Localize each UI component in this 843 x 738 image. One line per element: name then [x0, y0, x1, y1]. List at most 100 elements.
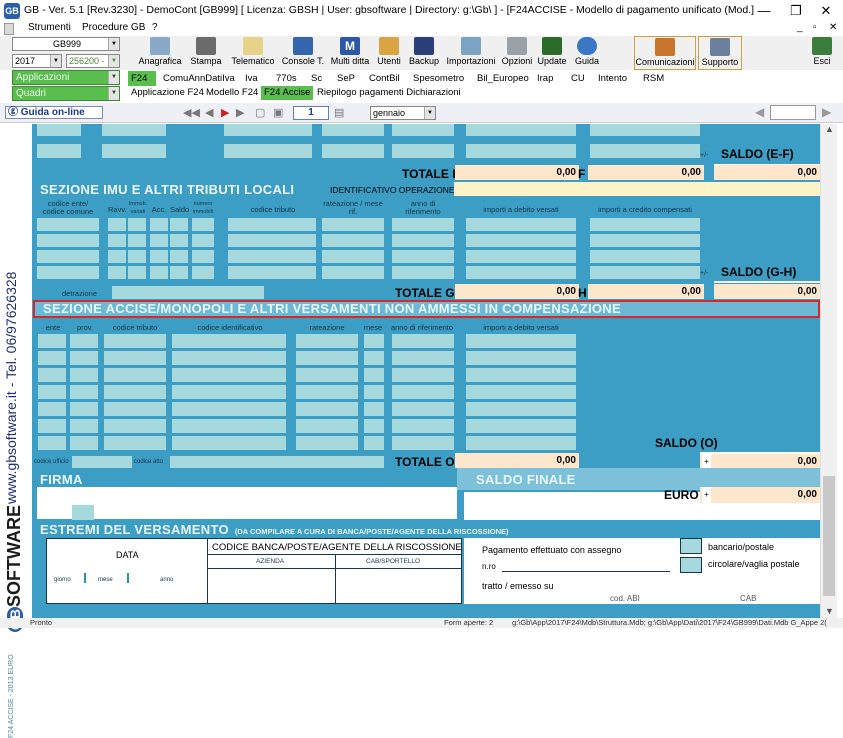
accise-debito-field[interactable] — [466, 351, 576, 365]
prev-row-field[interactable] — [102, 124, 166, 136]
menu-strumenti[interactable]: Strumenti — [28, 22, 71, 33]
tab-intento[interactable]: Intento — [595, 71, 630, 86]
prev-row-field[interactable] — [102, 144, 166, 158]
imu-ravv-checkbox[interactable] — [108, 266, 126, 279]
accise-rateazione-field[interactable] — [296, 368, 358, 382]
imu-numero-field[interactable] — [192, 250, 214, 263]
codice-ufficio-field[interactable] — [72, 456, 132, 468]
supporto-button[interactable]: Supporto — [698, 36, 742, 70]
firma-small-field[interactable] — [72, 505, 94, 520]
quadri-select[interactable]: Quadri ▼ — [12, 86, 120, 101]
update-button[interactable]: Update — [536, 36, 568, 70]
accise-debito-field[interactable] — [466, 368, 576, 382]
prev-row-field[interactable] — [392, 124, 454, 136]
menu-help[interactable]: ? — [152, 22, 158, 33]
imu-tributo-field[interactable] — [228, 234, 316, 247]
tab-applicazione-f24[interactable]: Applicazione F24 — [128, 86, 207, 100]
guida-button[interactable]: Guida — [572, 36, 602, 70]
imu-acc-checkbox[interactable] — [150, 234, 168, 247]
accise-debito-field[interactable] — [466, 436, 576, 450]
stampa-button[interactable]: Stampa — [187, 36, 225, 70]
accise-ente-field[interactable] — [38, 368, 66, 382]
accise-ente-field[interactable] — [38, 419, 66, 433]
multi-ditta-button[interactable]: M Multi ditta — [328, 36, 372, 70]
accise-mese-field[interactable] — [364, 334, 384, 348]
minimize-button[interactable]: — — [752, 2, 776, 20]
bancario-checkbox[interactable] — [680, 538, 702, 554]
imu-debito-field[interactable] — [466, 234, 576, 247]
accise-ente-field[interactable] — [38, 402, 66, 416]
accise-rateazione-field[interactable] — [296, 402, 358, 416]
imu-acc-checkbox[interactable] — [150, 218, 168, 231]
prev-page-icon[interactable]: ◀ — [205, 106, 213, 119]
imu-ravv-checkbox[interactable] — [108, 234, 126, 247]
tab-sc[interactable]: Sc — [308, 71, 325, 86]
imu-ente-field[interactable] — [37, 266, 99, 279]
accise-debito-field[interactable] — [466, 334, 576, 348]
accise-anno-field[interactable] — [392, 436, 454, 450]
imu-immob-checkbox[interactable] — [128, 234, 146, 247]
accise-mese-field[interactable] — [364, 385, 384, 399]
accise-ente-field[interactable] — [38, 436, 66, 450]
imu-numero-field[interactable] — [192, 266, 214, 279]
accise-codice-id-field[interactable] — [172, 368, 286, 382]
imu-acc-checkbox[interactable] — [150, 250, 168, 263]
imu-immob-checkbox[interactable] — [128, 218, 146, 231]
accise-rateazione-field[interactable] — [296, 436, 358, 450]
identificativo-field[interactable] — [454, 182, 820, 196]
accise-mese-field[interactable] — [364, 402, 384, 416]
accise-codice-id-field[interactable] — [172, 385, 286, 399]
inner-close-button[interactable]: ✕ — [829, 22, 837, 33]
menu-procedure-gb[interactable]: Procedure GB — [82, 22, 145, 33]
inner-restore-button[interactable]: ▫ — [813, 22, 817, 33]
accise-rateazione-field[interactable] — [296, 385, 358, 399]
accise-mese-field[interactable] — [364, 368, 384, 382]
scroll-down-icon[interactable]: ▼ — [825, 606, 834, 616]
imu-immob-checkbox[interactable] — [128, 250, 146, 263]
accise-rateazione-field[interactable] — [296, 419, 358, 433]
tab-cu[interactable]: CU — [568, 71, 588, 86]
accise-debito-field[interactable] — [466, 402, 576, 416]
tab-modello-f24[interactable]: Modello F24 — [203, 86, 261, 100]
accise-debito-field[interactable] — [466, 385, 576, 399]
imu-credito-field[interactable] — [590, 266, 700, 279]
scroll-thumb[interactable] — [823, 476, 835, 596]
play-icon[interactable]: ▶ — [221, 106, 229, 119]
backup-button[interactable]: Backup — [407, 36, 441, 70]
tab-contbil[interactable]: ContBil — [366, 71, 403, 86]
tab-770s[interactable]: 770s — [273, 71, 300, 86]
horizontal-scrollbar[interactable] — [770, 105, 816, 120]
prev-row-field[interactable] — [37, 124, 81, 136]
accise-tributo-field[interactable] — [104, 368, 166, 382]
accise-anno-field[interactable] — [392, 419, 454, 433]
codice-atto-field[interactable] — [170, 456, 384, 468]
console-button[interactable]: Console T. — [280, 36, 326, 70]
page-number-field[interactable]: 1 — [293, 106, 329, 120]
imu-credito-field[interactable] — [590, 218, 700, 231]
guida-online-button[interactable]: ⓖ Guida on-line — [5, 106, 103, 119]
tab-f24[interactable]: F24 — [128, 71, 156, 86]
accise-tributo-field[interactable] — [104, 436, 166, 450]
imu-ente-field[interactable] — [37, 218, 99, 231]
imu-anno-field[interactable] — [392, 266, 454, 279]
imu-saldo-checkbox[interactable] — [170, 266, 188, 279]
imu-credito-field[interactable] — [590, 250, 700, 263]
imu-debito-field[interactable] — [466, 266, 576, 279]
accise-debito-field[interactable] — [466, 419, 576, 433]
close-button[interactable]: ✕ — [814, 2, 838, 20]
accise-prov-field[interactable] — [70, 385, 98, 399]
accise-prov-field[interactable] — [70, 436, 98, 450]
prev-credito-field[interactable] — [590, 144, 700, 158]
prev-row-field[interactable] — [37, 144, 81, 158]
opzioni-button[interactable]: Opzioni — [500, 36, 534, 70]
accise-ente-field[interactable] — [38, 351, 66, 365]
imu-anno-field[interactable] — [392, 250, 454, 263]
accise-mese-field[interactable] — [364, 419, 384, 433]
accise-tributo-field[interactable] — [104, 402, 166, 416]
accise-tributo-field[interactable] — [104, 334, 166, 348]
scroll-up-icon[interactable]: ▲ — [825, 124, 834, 134]
accise-codice-id-field[interactable] — [172, 419, 286, 433]
prev-row-field[interactable] — [392, 144, 454, 158]
imu-numero-field[interactable] — [192, 234, 214, 247]
accise-rateazione-field[interactable] — [296, 334, 358, 348]
